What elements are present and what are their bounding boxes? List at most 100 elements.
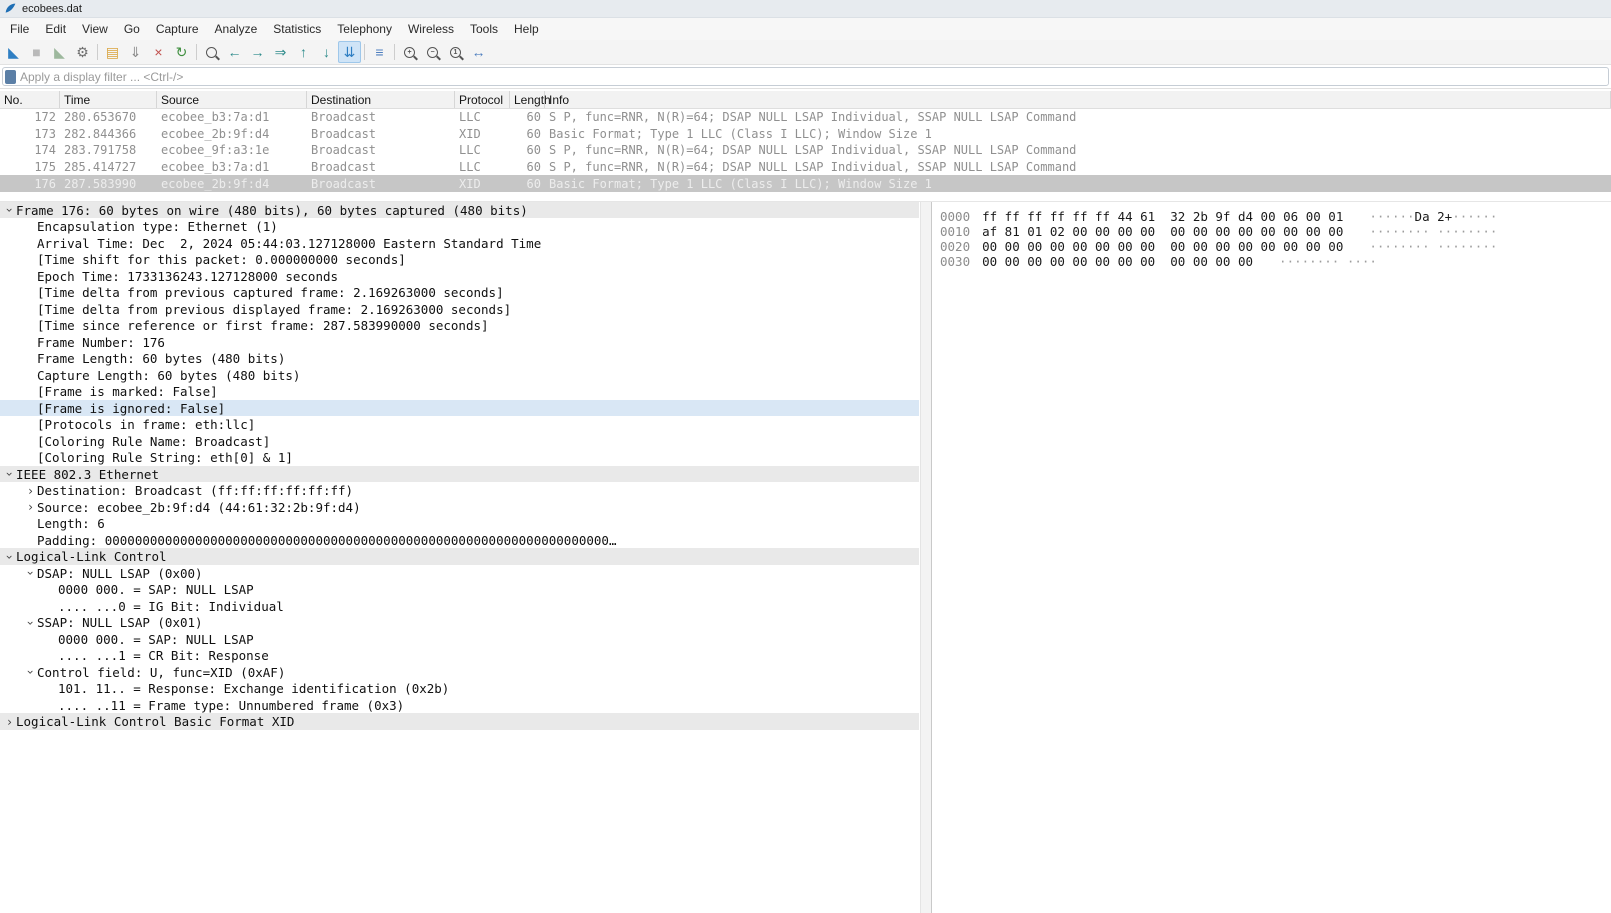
detail-line[interactable]: › Destination: Broadcast (ff:ff:ff:ff:ff:… — [0, 482, 919, 499]
menu-file[interactable]: File — [2, 19, 37, 39]
detail-line[interactable]: .... ...1 = CR Bit: Response — [0, 647, 919, 664]
column-header-no[interactable]: No. — [0, 91, 60, 108]
reload-file-button[interactable]: ↻ — [170, 41, 193, 63]
column-header-protocol[interactable]: Protocol — [455, 91, 510, 108]
detail-line[interactable]: Capture Length: 60 bytes (480 bits) — [0, 367, 919, 384]
detail-line[interactable]: 0000 000. = SAP: NULL LSAP — [0, 581, 919, 598]
detail-text: [Time delta from previous displayed fram… — [37, 301, 512, 317]
detail-line[interactable]: › DSAP: NULL LSAP (0x00) — [0, 565, 919, 582]
hex-offset: 0020 — [940, 238, 971, 254]
detail-line[interactable]: › Control field: U, func=XID (0xAF) — [0, 664, 919, 681]
zoom-out-button[interactable]: − — [421, 41, 444, 63]
expander-icon[interactable]: › — [24, 666, 38, 679]
detail-line[interactable]: Epoch Time: 1733136243.127128000 seconds — [0, 268, 919, 285]
zoom-in-button[interactable]: + — [398, 41, 421, 63]
hex-row-0030[interactable]: 0030 00 00 00 00 00 00 00 00 00 00 00 00 ·… — [940, 254, 1611, 269]
column-header-time[interactable]: Time — [60, 91, 157, 108]
menu-view[interactable]: View — [74, 19, 116, 39]
detail-line[interactable]: [Time delta from previous displayed fram… — [0, 301, 919, 318]
cell-info: S P, func=RNR, N(R)=64; DSAP NULL LSAP I… — [549, 160, 1077, 175]
detail-line[interactable]: .... ...0 = IG Bit: Individual — [0, 598, 919, 615]
packet-row-173[interactable]: 173 282.844366 ecobee_2b:9f:d4 Broadcast XID… — [0, 126, 1611, 143]
go-forward-button[interactable]: → — [246, 41, 269, 63]
save-file-button[interactable]: ⇓ — [124, 41, 147, 63]
expander-icon[interactable]: › — [24, 616, 38, 629]
detail-line[interactable]: Padding: 0000000000000000000000000000000… — [0, 532, 919, 549]
stop-capture-button[interactable]: ■ — [25, 41, 48, 63]
pane-splitter-horizontal[interactable] — [0, 191, 1611, 201]
details-scrollbar[interactable] — [920, 201, 931, 913]
menu-go[interactable]: Go — [116, 19, 148, 39]
cell-no: 175 — [34, 160, 56, 175]
menu-tools[interactable]: Tools — [462, 19, 506, 39]
detail-line[interactable]: › IEEE 802.3 Ethernet — [0, 465, 919, 483]
expander-icon[interactable]: › — [3, 204, 17, 217]
expander-icon[interactable]: › — [3, 468, 17, 481]
hex-row-0020[interactable]: 0020 00 00 00 00 00 00 00 00 00 00 00 00 … — [940, 239, 1611, 254]
detail-line[interactable]: [Time shift for this packet: 0.000000000… — [0, 251, 919, 268]
menu-wireless[interactable]: Wireless — [400, 19, 462, 39]
colorize-packets-button[interactable]: ≡ — [368, 41, 391, 63]
start-capture-button[interactable]: ◣ — [2, 41, 25, 63]
expander-icon[interactable]: › — [24, 567, 38, 580]
packet-row-175[interactable]: 175 285.414727 ecobee_b3:7a:d1 Broadcast LLC… — [0, 159, 1611, 176]
detail-line[interactable]: [Time delta from previous captured frame… — [0, 284, 919, 301]
detail-line[interactable]: › SSAP: NULL LSAP (0x01) — [0, 614, 919, 631]
detail-line[interactable]: [Coloring Rule Name: Broadcast] — [0, 433, 919, 450]
hex-row-0000[interactable]: 0000 ff ff ff ff ff ff 44 61 32 2b 9f d4 … — [940, 209, 1611, 224]
zoom-original-button[interactable]: 1 — [444, 41, 467, 63]
column-header-destination[interactable]: Destination — [307, 91, 455, 108]
detail-line[interactable]: Arrival Time: Dec 2, 2024 05:44:03.12712… — [0, 235, 919, 252]
go-to-packet-button[interactable]: ⇒ — [269, 41, 292, 63]
menu-capture[interactable]: Capture — [148, 19, 207, 39]
open-file-button[interactable]: ▤ — [101, 41, 124, 63]
find-packet-button[interactable] — [200, 41, 223, 63]
go-back-button[interactable]: ← — [223, 41, 246, 63]
close-file-button[interactable]: × — [147, 41, 170, 63]
detail-text: SSAP: NULL LSAP (0x01) — [37, 615, 203, 631]
expander-icon[interactable]: › — [24, 485, 37, 497]
detail-line[interactable]: Frame Length: 60 bytes (480 bits) — [0, 350, 919, 367]
detail-line[interactable]: › Logical-Link Control — [0, 548, 919, 565]
detail-line[interactable]: [Time since reference or first frame: 28… — [0, 317, 919, 334]
detail-line[interactable]: [Coloring Rule String: eth[0] & 1] — [0, 449, 919, 466]
packet-row-172[interactable]: 172 280.653670 ecobee_b3:7a:d1 Broadcast LLC… — [0, 109, 1611, 126]
display-filter-input[interactable] — [20, 69, 1608, 84]
menu-statistics[interactable]: Statistics — [265, 19, 329, 39]
capture-options-button[interactable]: ⚙ — [71, 41, 94, 63]
detail-text: [Frame is ignored: False] — [37, 400, 226, 416]
expander-icon[interactable]: › — [3, 716, 16, 728]
filter-bookmark-icon[interactable] — [5, 69, 16, 84]
hex-row-0010[interactable]: 0010 af 81 01 02 00 00 00 00 00 00 00 00 … — [940, 224, 1611, 239]
zoom-original-icon: 1 — [450, 46, 461, 58]
restart-capture-button[interactable]: ◣ — [48, 41, 71, 63]
go-last-packet-button[interactable]: ↓ — [315, 41, 338, 63]
cell-time: 287.583990 — [64, 176, 137, 191]
detail-line[interactable]: 101. 11.. = Response: Exchange identific… — [0, 680, 919, 697]
menu-edit[interactable]: Edit — [37, 19, 74, 39]
detail-line[interactable]: [Frame is ignored: False] — [0, 399, 919, 417]
detail-line[interactable]: Encapsulation type: Ethernet (1) — [0, 218, 919, 235]
auto-scroll-button[interactable]: ⇊ — [338, 41, 361, 63]
go-first-packet-button[interactable]: ↑ — [292, 41, 315, 63]
column-header-info[interactable]: Info — [545, 91, 1611, 108]
detail-line[interactable]: [Protocols in frame: eth:llc] — [0, 416, 919, 433]
detail-line[interactable]: › Frame 176: 60 bytes on wire (480 bits),… — [0, 201, 919, 219]
menu-telephony[interactable]: Telephony — [329, 19, 400, 39]
column-header-source[interactable]: Source — [157, 91, 307, 108]
expander-icon[interactable]: › — [24, 501, 37, 513]
expander-icon[interactable]: › — [3, 550, 17, 563]
menu-analyze[interactable]: Analyze — [207, 19, 266, 39]
resize-columns-button[interactable]: ↔ — [467, 41, 490, 63]
column-header-length[interactable]: Length — [510, 91, 551, 108]
packet-row-174[interactable]: 174 283.791758 ecobee_9f:a3:1e Broadcast LLC… — [0, 142, 1611, 159]
detail-line[interactable]: 0000 000. = SAP: NULL LSAP — [0, 631, 919, 648]
detail-line[interactable]: [Frame is marked: False] — [0, 383, 919, 400]
detail-line[interactable]: › Logical-Link Control Basic Format XID — [0, 713, 919, 730]
packet-row-176[interactable]: 176 287.583990 ecobee_2b:9f:d4 Broadcast XID… — [0, 175, 1611, 192]
detail-line[interactable]: .... ..11 = Frame type: Unnumbered frame… — [0, 697, 919, 714]
menu-help[interactable]: Help — [506, 19, 547, 39]
detail-line[interactable]: › Source: ecobee_2b:9f:d4 (44:61:32:2b:9f… — [0, 499, 919, 516]
detail-line[interactable]: Length: 6 — [0, 515, 919, 532]
detail-line[interactable]: Frame Number: 176 — [0, 334, 919, 351]
